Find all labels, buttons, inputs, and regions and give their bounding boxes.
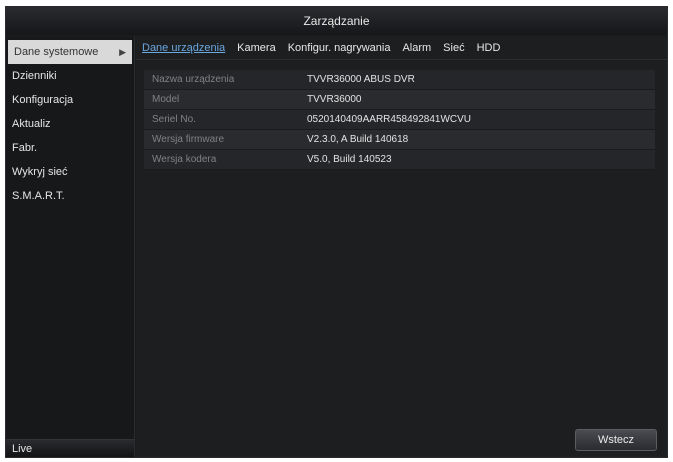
field-value: V2.3.0, A Build 140618 — [307, 134, 409, 145]
tab-bar: Dane urządzenia Kamera Konfigur. nagrywa… — [136, 37, 667, 60]
chevron-right-icon: ▶ — [119, 47, 126, 57]
field-value: TVVR36000 ABUS DVR — [307, 74, 415, 85]
sidebar-item-system-info[interactable]: Dane systemowe ▶ — [8, 40, 132, 64]
sidebar-item-label: Dane systemowe — [14, 46, 99, 58]
back-button[interactable]: Wstecz — [575, 429, 657, 451]
table-row: Nazwa urządzenia TVVR36000 ABUS DVR — [144, 70, 655, 90]
management-window: Zarządzanie Dane systemowe ▶ Dzienniki K… — [5, 6, 668, 458]
field-label: Nazwa urządzenia — [152, 74, 235, 85]
device-info-table: Nazwa urządzenia TVVR36000 ABUS DVR Mode… — [144, 70, 655, 170]
field-value: 0520140409AARR458492841WCVU — [307, 114, 472, 125]
field-label: Model — [152, 94, 180, 105]
tab-hdd[interactable]: HDD — [477, 42, 501, 54]
field-value: V5.0, Build 140523 — [307, 154, 392, 165]
tab-camera[interactable]: Kamera — [237, 42, 276, 54]
field-label: Seriel No. — [152, 114, 196, 125]
tab-device-info[interactable]: Dane urządzenia — [142, 42, 225, 54]
live-view-button[interactable]: Live — [6, 439, 134, 457]
field-value: TVVR36000 — [307, 94, 362, 105]
table-row: Wersja firmware V2.3.0, A Build 140618 — [144, 130, 655, 150]
sidebar-item-logs[interactable]: Dzienniki — [6, 64, 134, 88]
sidebar: Dane systemowe ▶ Dzienniki Konfiguracja … — [6, 37, 135, 457]
sidebar-item-network-detect[interactable]: Wykryj sieć — [6, 160, 134, 184]
sidebar-item-label: Wykryj sieć — [12, 166, 68, 178]
field-label: Wersja kodera — [152, 154, 217, 165]
main-panel: Dane urządzenia Kamera Konfigur. nagrywa… — [136, 37, 667, 457]
tab-recording-config[interactable]: Konfigur. nagrywania — [288, 42, 391, 54]
window-title: Zarządzanie — [6, 7, 667, 35]
sidebar-item-label: Fabr. — [12, 142, 38, 154]
sidebar-item-smart[interactable]: S.M.A.R.T. — [6, 184, 134, 208]
sidebar-item-label: S.M.A.R.T. — [12, 190, 65, 202]
sidebar-item-label: Aktualiz — [12, 118, 51, 130]
field-label: Wersja firmware — [152, 134, 225, 145]
sidebar-item-configuration[interactable]: Konfiguracja — [6, 88, 134, 112]
sidebar-item-factory[interactable]: Fabr. — [6, 136, 134, 160]
tab-alarm[interactable]: Alarm — [402, 42, 431, 54]
sidebar-item-update[interactable]: Aktualiz — [6, 112, 134, 136]
table-row: Model TVVR36000 — [144, 90, 655, 110]
sidebar-item-label: Dzienniki — [12, 70, 57, 82]
sidebar-item-label: Konfiguracja — [12, 94, 74, 106]
table-row: Seriel No. 0520140409AARR458492841WCVU — [144, 110, 655, 130]
tab-network[interactable]: Sieć — [443, 42, 464, 54]
table-row: Wersja kodera V5.0, Build 140523 — [144, 150, 655, 170]
